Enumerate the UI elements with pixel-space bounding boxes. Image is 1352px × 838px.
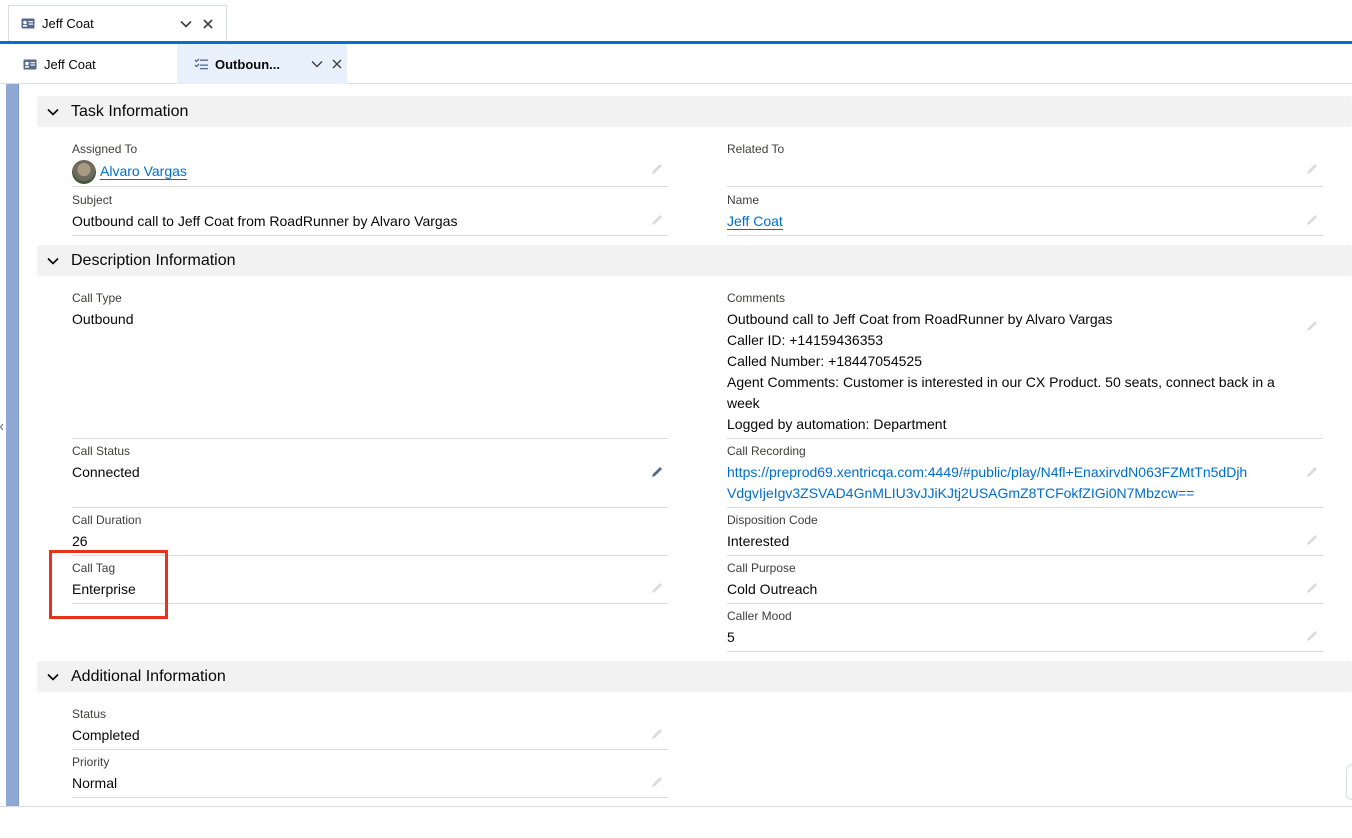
- section-title: Task Information: [71, 102, 189, 120]
- field-value: Normal: [72, 775, 118, 791]
- field-value: 5: [727, 629, 735, 645]
- field-value: Interested: [727, 533, 790, 549]
- chevron-down-icon: [45, 669, 61, 685]
- field-related-to: Related To: [727, 142, 1323, 187]
- field-priority: Priority Normal: [72, 755, 668, 798]
- avatar: [72, 160, 96, 184]
- pencil-icon[interactable]: [650, 727, 664, 741]
- field-label: Name: [727, 193, 760, 207]
- pencil-icon[interactable]: [650, 213, 664, 227]
- call-tag-highlight-box: [49, 550, 168, 619]
- contact-card-icon: [22, 56, 38, 72]
- call-recording-line: VdgvIjeIgv3ZSVAD4GnMLIU3vJJiKJtj2USAGmZ8…: [727, 485, 1195, 501]
- close-icon[interactable]: [329, 56, 345, 72]
- field-call-recording: Call Recording https://preprod69.xentric…: [727, 444, 1323, 508]
- workspace-tab-bar: Jeff Coat: [0, 0, 1352, 44]
- pencil-icon[interactable]: [650, 465, 664, 479]
- sub-tab-outbound-task[interactable]: Outboun...: [177, 44, 347, 84]
- field-value: Outbound call to Jeff Coat from RoadRunn…: [727, 309, 1297, 435]
- field-subject: Subject Outbound call to Jeff Coat from …: [72, 193, 668, 236]
- field-value: Completed: [72, 727, 140, 743]
- field-label: Caller Mood: [727, 609, 792, 623]
- contact-name-link[interactable]: Jeff Coat: [727, 213, 783, 230]
- comment-line: Called Number: +18447054525: [727, 353, 922, 369]
- field-disposition-code: Disposition Code Interested: [727, 513, 1323, 556]
- workspace-tab-jeff-coat[interactable]: Jeff Coat: [8, 5, 227, 41]
- field-value: Outbound: [72, 311, 134, 327]
- pencil-icon[interactable]: [1305, 533, 1319, 547]
- assigned-user-link[interactable]: Alvaro Vargas: [100, 162, 187, 180]
- sub-tab-bar: Jeff Coat Outboun...: [0, 44, 1352, 84]
- pencil-icon[interactable]: [1305, 319, 1319, 333]
- chevron-down-icon[interactable]: [178, 16, 194, 32]
- close-icon[interactable]: [200, 16, 216, 32]
- comment-line: Outbound call to Jeff Coat from RoadRunn…: [727, 311, 1113, 327]
- field-name: Name Jeff Coat: [727, 193, 1323, 236]
- comment-line: Logged by automation: Department: [727, 416, 947, 432]
- field-call-status: Call Status Connected: [72, 444, 668, 508]
- field-status: Status Completed: [72, 707, 668, 750]
- utility-bar-tab[interactable]: [1346, 764, 1352, 800]
- sub-tab-label: Jeff Coat: [44, 56, 96, 72]
- field-label: Comments: [727, 291, 786, 305]
- field-label: Subject: [72, 193, 113, 207]
- task-list-icon: [193, 56, 209, 72]
- pencil-icon[interactable]: [650, 775, 664, 789]
- section-title: Additional Information: [71, 667, 226, 685]
- pencil-icon[interactable]: [1305, 213, 1319, 227]
- field-label: Assigned To: [72, 142, 138, 156]
- chevron-down-icon[interactable]: [309, 56, 325, 72]
- field-assigned-to: Assigned To Alvaro Vargas: [72, 142, 668, 187]
- field-value: Cold Outreach: [727, 581, 818, 597]
- field-label: Call Recording: [727, 444, 806, 458]
- field-label: Call Status: [72, 444, 131, 458]
- field-label: Status: [72, 707, 107, 721]
- chevron-down-icon: [45, 104, 61, 120]
- field-comments: Comments Outbound call to Jeff Coat from…: [727, 291, 1323, 439]
- field-label: Call Purpose: [727, 561, 796, 575]
- field-value: Alvaro Vargas: [72, 160, 642, 184]
- field-label: Disposition Code: [727, 513, 818, 527]
- field-label: Call Duration: [72, 513, 142, 527]
- section-description-information[interactable]: Description Information: [37, 245, 1352, 276]
- field-value: Outbound call to Jeff Coat from RoadRunn…: [72, 213, 458, 229]
- pencil-icon[interactable]: [1305, 629, 1319, 643]
- call-recording-line: https://preprod69.xentricqa.com:4449/#pu…: [727, 464, 1248, 480]
- section-task-information[interactable]: Task Information: [37, 96, 1352, 127]
- sub-tab-jeff-coat[interactable]: Jeff Coat: [22, 44, 176, 84]
- field-call-type: Call Type Outbound: [72, 291, 668, 439]
- field-call-purpose: Call Purpose Cold Outreach: [727, 561, 1323, 604]
- left-utility-strip: [6, 84, 19, 806]
- pencil-icon[interactable]: [1305, 465, 1319, 479]
- field-caller-mood: Caller Mood 5: [727, 609, 1323, 652]
- field-value: Connected: [72, 464, 140, 480]
- call-recording-link[interactable]: https://preprod69.xentricqa.com:4449/#pu…: [727, 462, 1297, 504]
- pencil-icon[interactable]: [1305, 162, 1319, 176]
- section-additional-information[interactable]: Additional Information: [37, 661, 1352, 692]
- section-title: Description Information: [71, 251, 236, 269]
- pencil-icon[interactable]: [1305, 581, 1319, 595]
- chevron-down-icon: [45, 253, 61, 269]
- comment-line: Caller ID: +14159436353: [727, 332, 884, 348]
- record-detail-panel: Task Information Assigned To Alvaro Varg…: [20, 84, 1352, 806]
- field-label: Priority: [72, 755, 110, 769]
- field-value: Jeff Coat: [727, 211, 1297, 232]
- field-label: Related To: [727, 142, 785, 156]
- pencil-icon[interactable]: [650, 581, 664, 595]
- field-value: 26: [72, 533, 88, 549]
- collapse-handle-icon[interactable]: [0, 420, 4, 432]
- comment-line: Agent Comments: Customer is interested i…: [727, 374, 1275, 411]
- workspace-tab-label: Jeff Coat: [42, 16, 94, 31]
- contact-card-icon: [20, 16, 36, 32]
- field-label: Call Type: [72, 291, 122, 305]
- bottom-divider: [0, 806, 1352, 807]
- sub-tab-label: Outboun...: [215, 56, 280, 72]
- pencil-icon[interactable]: [650, 162, 664, 176]
